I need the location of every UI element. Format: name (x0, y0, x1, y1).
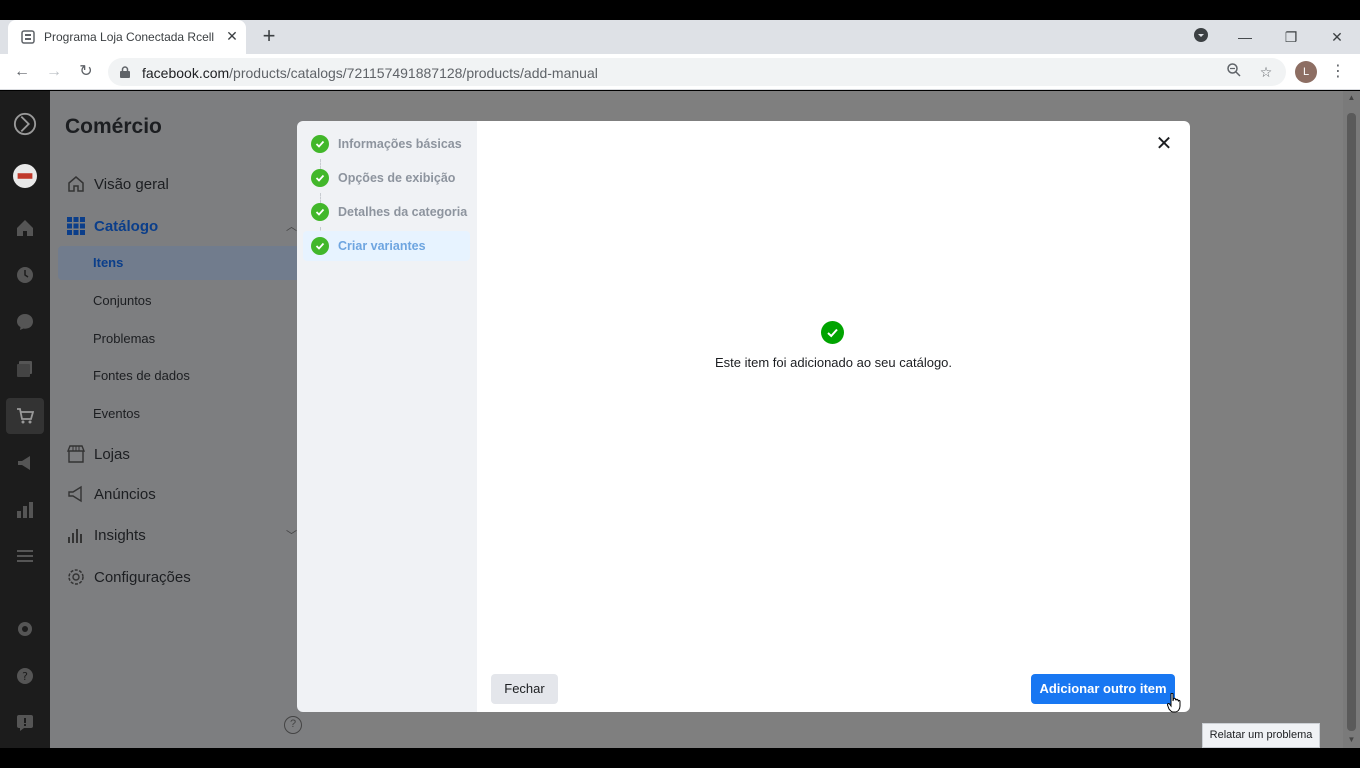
sidebar-subitem-problems[interactable]: Problemas (93, 322, 155, 356)
url-path: /products/catalogs/721157491887128/produ… (229, 65, 598, 81)
step-label: Informações básicas (338, 137, 462, 151)
lock-icon (120, 66, 130, 78)
back-icon[interactable]: ← (11, 61, 33, 83)
chevron-down-icon[interactable]: ﹀ (286, 527, 297, 543)
store-icon (66, 444, 86, 464)
modal-steps-panel: Informações básicas Opções de exibição D… (297, 121, 477, 712)
help-icon[interactable]: ? (13, 664, 37, 688)
sidebar-item-ads[interactable]: Anúncios (66, 477, 306, 511)
zoom-icon[interactable] (1224, 62, 1244, 82)
url-text: facebook.com/products/catalogs/721157491… (142, 65, 598, 81)
scroll-thumb[interactable] (1347, 113, 1356, 731)
sidebar-subitem-sets[interactable]: Conjuntos (93, 284, 152, 318)
sidebar-help-icon[interactable]: ? (284, 716, 302, 734)
tab-close-icon[interactable]: ✕ (224, 28, 240, 44)
activity-icon[interactable] (13, 263, 37, 287)
report-problem-button[interactable]: Relatar um problema (1202, 723, 1320, 748)
browser-tab[interactable]: Programa Loja Conectada Rcell ✕ (8, 20, 246, 54)
check-circle-icon (311, 203, 329, 221)
rcell-page-avatar[interactable] (13, 164, 37, 188)
mouse-pointer-hand-icon (1167, 693, 1181, 713)
left-nav-rail: ? (0, 91, 50, 748)
gear-outline-icon (66, 567, 86, 587)
scroll-down-icon[interactable]: ▼ (1347, 735, 1356, 745)
sidebar-item-catalog[interactable]: Catálogo (66, 209, 306, 243)
page: ? Comércio Visão geral Catálogo ︿ Itens … (0, 91, 1360, 748)
insights-chart-icon[interactable] (13, 498, 37, 522)
grid-icon (66, 216, 86, 236)
tab-search-icon[interactable] (1190, 26, 1212, 48)
sidebar-item-label: Anúncios (94, 485, 156, 503)
megaphone-icon (66, 484, 86, 504)
address-bar[interactable]: facebook.com/products/catalogs/721157491… (108, 58, 1286, 86)
profile-avatar[interactable]: L (1295, 61, 1317, 83)
screen: Programa Loja Conectada Rcell ✕ + — ❐ ✕ … (0, 0, 1360, 768)
check-circle-icon (311, 237, 329, 255)
modal-close-icon[interactable]: ✕ (1154, 134, 1174, 154)
page-favicon-icon (21, 30, 35, 44)
modal-content: ✕ Este item foi adicionado ao seu catálo… (477, 121, 1190, 713)
step-create-variants[interactable]: Criar variantes (303, 231, 470, 261)
check-circle-icon (311, 135, 329, 153)
success-message: Este item foi adicionado ao seu catálogo… (714, 355, 953, 370)
forward-icon[interactable]: → (43, 61, 65, 83)
restore-icon[interactable]: ❐ (1280, 26, 1302, 48)
sidebar-subitem-events[interactable]: Eventos (93, 397, 140, 431)
svg-text:?: ? (22, 670, 28, 683)
sidebar-item-label: Insights (94, 526, 146, 544)
ads-megaphone-icon[interactable] (13, 451, 37, 475)
feedback-icon[interactable] (13, 711, 37, 735)
commerce-cart-icon[interactable] (13, 404, 37, 428)
window-close-icon[interactable]: ✕ (1326, 26, 1348, 48)
step-basic-info[interactable]: Informações básicas (303, 129, 470, 159)
sidebar-title: Comércio (65, 115, 162, 138)
check-circle-icon (311, 169, 329, 187)
reload-icon[interactable]: ↻ (75, 61, 97, 83)
sidebar-item-label: Configurações (94, 568, 191, 586)
chevron-up-icon[interactable]: ︿ (286, 218, 297, 234)
browser-menu-icon[interactable]: ⋮ (1330, 61, 1346, 83)
sidebar-item-label: Catálogo (94, 217, 159, 235)
sidebar-item-overview[interactable]: Visão geral (66, 167, 306, 201)
close-button[interactable]: Fechar (491, 674, 558, 704)
home-icon[interactable] (13, 216, 37, 240)
add-another-item-button[interactable]: Adicionar outro item (1031, 674, 1175, 704)
sidebar-item-stores[interactable]: Lojas (66, 437, 306, 471)
sidebar-subitem-items[interactable]: Itens (93, 246, 123, 280)
settings-gear-icon[interactable] (13, 617, 37, 641)
sidebar-item-insights[interactable]: Insights (66, 518, 306, 552)
inbox-icon[interactable] (13, 310, 37, 334)
step-display-options[interactable]: Opções de exibição (303, 163, 470, 193)
step-label: Criar variantes (338, 239, 426, 253)
posts-icon[interactable] (13, 357, 37, 381)
tab-title: Programa Loja Conectada Rcell (44, 30, 215, 44)
step-label: Opções de exibição (338, 171, 456, 185)
sidebar-item-label: Lojas (94, 445, 130, 463)
home-outline-icon (66, 174, 86, 194)
sidebar-item-label: Visão geral (94, 175, 169, 193)
business-suite-logo-icon[interactable] (13, 112, 37, 136)
scroll-up-icon[interactable]: ▲ (1347, 93, 1356, 103)
page-scrollbar[interactable]: ▲ ▼ (1343, 91, 1360, 748)
step-label: Detalhes da categoria (338, 205, 468, 219)
browser-tabbar: Programa Loja Conectada Rcell ✕ + — ❐ ✕ (0, 20, 1360, 54)
bookmark-star-icon[interactable]: ☆ (1256, 62, 1276, 82)
commerce-sidebar: Comércio Visão geral Catálogo ︿ Itens Co… (50, 91, 320, 748)
step-category-details[interactable]: Detalhes da categoria (303, 197, 470, 227)
success-check-icon (821, 321, 844, 344)
url-host: facebook.com (142, 65, 230, 81)
all-tools-menu-icon[interactable] (13, 544, 37, 568)
minimize-icon[interactable]: — (1234, 26, 1256, 48)
sidebar-subitem-data-sources[interactable]: Fontes de dados (93, 359, 190, 393)
browser-toolbar: ← → ↻ facebook.com/products/catalogs/721… (0, 54, 1360, 90)
bar-chart-icon (66, 525, 86, 545)
sidebar-item-settings[interactable]: Configurações (66, 560, 306, 594)
new-tab-button[interactable]: + (258, 25, 280, 48)
